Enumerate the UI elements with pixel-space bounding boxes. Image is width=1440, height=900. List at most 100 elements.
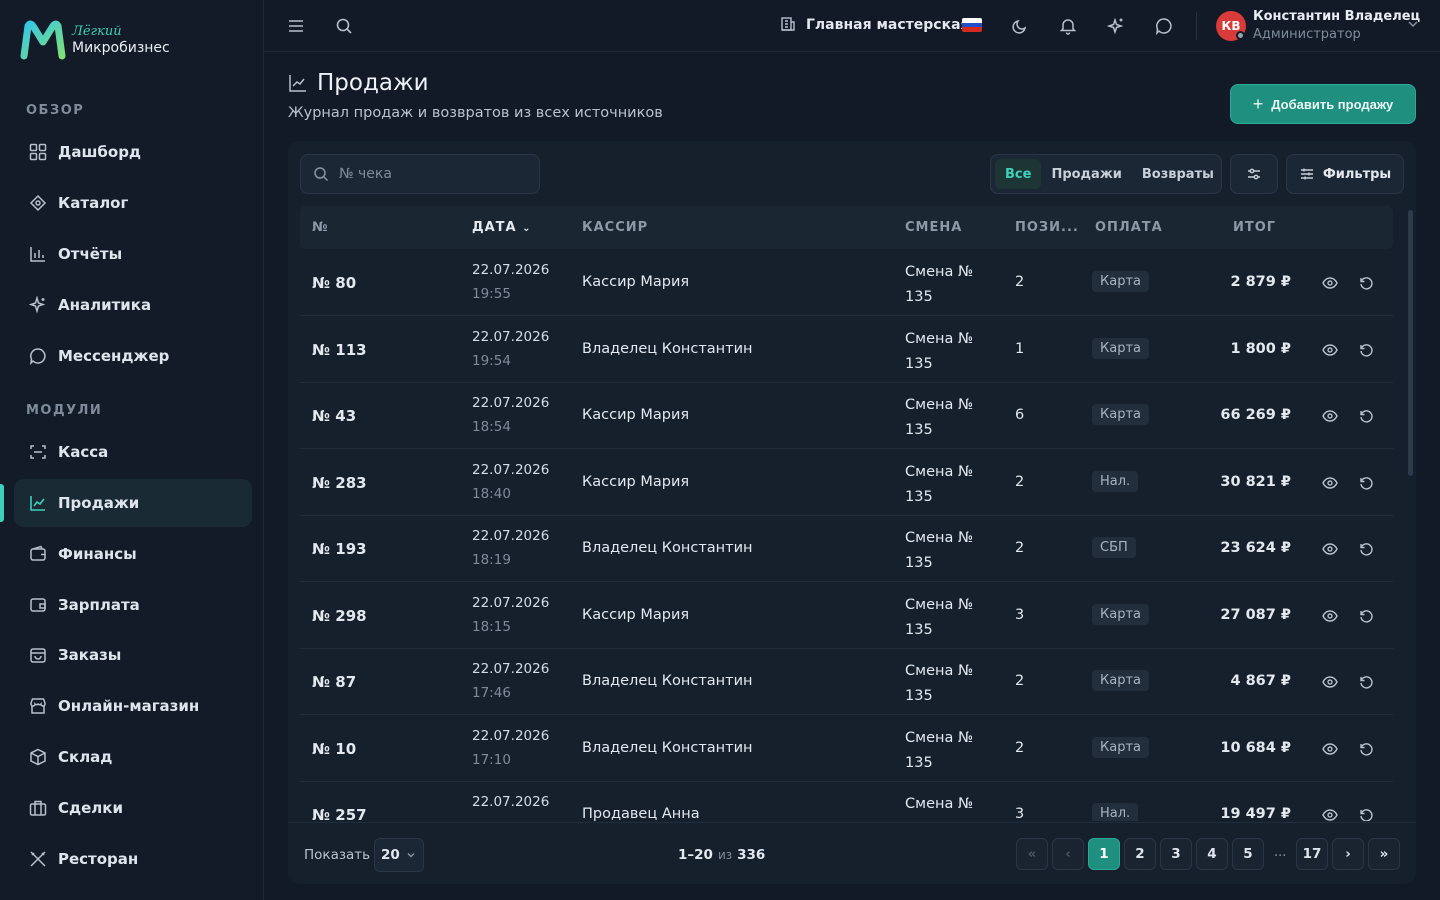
page-button-2[interactable]: 2 <box>1124 838 1156 870</box>
col-positions[interactable]: ПОЗИ... <box>1015 220 1079 235</box>
table-row[interactable]: № 298 22.07.2026 18:15 Кассир Мария Смена № 1… <box>300 583 1393 649</box>
shift-number: 135 <box>905 688 933 704</box>
sparkle-icon[interactable] <box>1104 14 1128 38</box>
col-date[interactable]: ДАТА ⌄ <box>472 220 532 235</box>
page-button-5[interactable]: 5 <box>1232 838 1264 870</box>
shift-label: Смена № <box>905 264 974 280</box>
user-name[interactable]: Константин Владелец <box>1253 9 1420 24</box>
sidebar-item-dashboard[interactable]: Дашборд <box>14 128 252 176</box>
last-page-number-button[interactable]: 17 <box>1296 838 1328 870</box>
first-page-button[interactable]: « <box>1016 838 1048 870</box>
table-row[interactable]: № 43 22.07.2026 18:54 Кассир Мария Смена № 13… <box>300 383 1393 449</box>
eye-icon[interactable] <box>1321 274 1339 292</box>
user-role: Администратор <box>1253 27 1361 42</box>
eye-icon[interactable] <box>1321 540 1339 558</box>
segment-all[interactable]: Все <box>995 159 1042 189</box>
page-button-4[interactable]: 4 <box>1196 838 1228 870</box>
sidebar-item-restaurant[interactable]: Ресторан <box>14 835 252 883</box>
menu-icon[interactable] <box>284 14 308 38</box>
table-row[interactable]: № 80 22.07.2026 19:55 Кассир Мария Смена № 13… <box>300 250 1393 316</box>
refund-icon[interactable] <box>1357 474 1375 492</box>
eye-icon[interactable] <box>1321 607 1339 625</box>
receipt-number: № 87 <box>312 673 357 691</box>
refund-icon[interactable] <box>1357 407 1375 425</box>
eye-icon[interactable] <box>1321 341 1339 359</box>
chevron-down-icon[interactable] <box>1406 16 1420 30</box>
eye-icon[interactable] <box>1321 673 1339 691</box>
receipt-number: № 80 <box>312 274 357 292</box>
sidebar-item-finance[interactable]: Финансы <box>14 530 252 578</box>
table-scrollbar[interactable] <box>1408 210 1413 476</box>
sidebar-item-catalog[interactable]: Каталог <box>14 179 252 227</box>
page-button-3[interactable]: 3 <box>1160 838 1192 870</box>
col-total[interactable]: ИТОГ <box>1233 220 1276 235</box>
table-row[interactable]: № 283 22.07.2026 18:40 Кассир Мария Смена № 1… <box>300 450 1393 516</box>
refund-icon[interactable] <box>1357 673 1375 691</box>
sidebar-item-deals[interactable]: Сделки <box>14 784 252 832</box>
positions-count: 2 <box>1015 673 1025 689</box>
add-sale-button[interactable]: + Добавить продажу <box>1230 84 1416 124</box>
sidebar-item-analytics[interactable]: Аналитика <box>14 281 252 329</box>
filters-button[interactable]: Фильтры <box>1286 154 1404 194</box>
search-icon <box>313 166 329 182</box>
sidebar-item-cashbox[interactable]: Касса <box>14 428 252 476</box>
positions-count: 2 <box>1015 473 1025 490</box>
col-payment[interactable]: ОПЛАТА <box>1095 220 1163 235</box>
table-row[interactable]: № 257 22.07.2026 Продавец Анна Смена № 3 Нал.… <box>300 782 1393 821</box>
col-number[interactable]: № <box>312 220 329 235</box>
sale-time: 19:55 <box>472 286 511 302</box>
sidebar-item-label: Дашборд <box>58 143 142 161</box>
refund-icon[interactable] <box>1357 607 1375 625</box>
table-row[interactable]: № 10 22.07.2026 17:10 Владелец Константин См… <box>300 716 1393 782</box>
sidebar-item-sales[interactable]: Продажи <box>14 479 252 527</box>
positions-count: 2 <box>1015 540 1025 556</box>
workshop-selector[interactable]: Главная мастерская <box>780 16 970 34</box>
shift-number: 135 <box>905 555 933 571</box>
sales-card: Все Продажи Возвраты Фильтры № ДАТА ⌄ КА… <box>288 141 1416 884</box>
col-cashier[interactable]: КАССИР <box>582 220 648 235</box>
next-page-button[interactable]: › <box>1332 838 1364 870</box>
page-button-1[interactable]: 1 <box>1088 838 1120 870</box>
sidebar-item-online-store[interactable]: Онлайн-магазин <box>14 682 252 730</box>
sidebar-item-orders[interactable]: Заказы <box>14 631 252 679</box>
workshop-name: Главная мастерская <box>806 17 970 33</box>
sidebar-item-reports[interactable]: Отчёты <box>14 230 252 278</box>
sidebar-item-label: Заказы <box>58 646 122 664</box>
refund-icon[interactable] <box>1357 274 1375 292</box>
chat-icon[interactable] <box>1152 14 1176 38</box>
refund-icon[interactable] <box>1357 540 1375 558</box>
bell-icon[interactable] <box>1056 14 1080 38</box>
sidebar-item-warehouse[interactable]: Склад <box>14 733 252 781</box>
eye-icon[interactable] <box>1321 474 1339 492</box>
table-row[interactable]: № 113 22.07.2026 19:54 Владелец Константин С… <box>300 317 1393 383</box>
sidebar-item-label: Онлайн-магазин <box>58 697 200 715</box>
last-page-button[interactable]: » <box>1368 838 1400 870</box>
language-flag-icon[interactable] <box>962 18 982 32</box>
sidebar-item-messenger[interactable]: Мессенджер <box>14 332 252 380</box>
table-footer: Показать 20 1–20 из 336 « ‹ 1 2 3 4 5 ... … <box>288 822 1416 884</box>
eye-icon[interactable] <box>1321 407 1339 425</box>
refund-icon[interactable] <box>1357 341 1375 359</box>
segment-returns[interactable]: Возвраты <box>1132 159 1224 189</box>
columns-settings-button[interactable] <box>1230 154 1278 194</box>
page-size-select[interactable]: 20 <box>374 838 424 872</box>
sidebar: Лёгкий Микробизнес ОБЗОР Дашборд Каталог… <box>0 0 264 900</box>
search-icon[interactable] <box>332 14 356 38</box>
payment-badge: СБП <box>1092 537 1136 558</box>
sale-date: 22.07.2026 <box>472 528 550 544</box>
col-shift[interactable]: СМЕНА <box>905 220 962 235</box>
prev-page-button[interactable]: ‹ <box>1052 838 1084 870</box>
segment-sales[interactable]: Продажи <box>1041 159 1131 189</box>
brand-logo[interactable]: Лёгкий Микробизнес <box>20 20 170 60</box>
receipt-number: № 257 <box>312 806 367 821</box>
eye-icon[interactable] <box>1321 740 1339 758</box>
moon-icon[interactable] <box>1008 14 1032 38</box>
refund-icon[interactable] <box>1357 806 1375 821</box>
refund-icon[interactable] <box>1357 740 1375 758</box>
sidebar-item-salary[interactable]: Зарплата <box>14 581 252 629</box>
table-row[interactable]: № 193 22.07.2026 18:19 Владелец Константин С… <box>300 516 1393 582</box>
cashier-name: Кассир Мария <box>582 473 690 490</box>
table-row[interactable]: № 87 22.07.2026 17:46 Владелец Константин См… <box>300 649 1393 715</box>
receipt-search-input[interactable] <box>339 166 519 182</box>
eye-icon[interactable] <box>1321 806 1339 821</box>
